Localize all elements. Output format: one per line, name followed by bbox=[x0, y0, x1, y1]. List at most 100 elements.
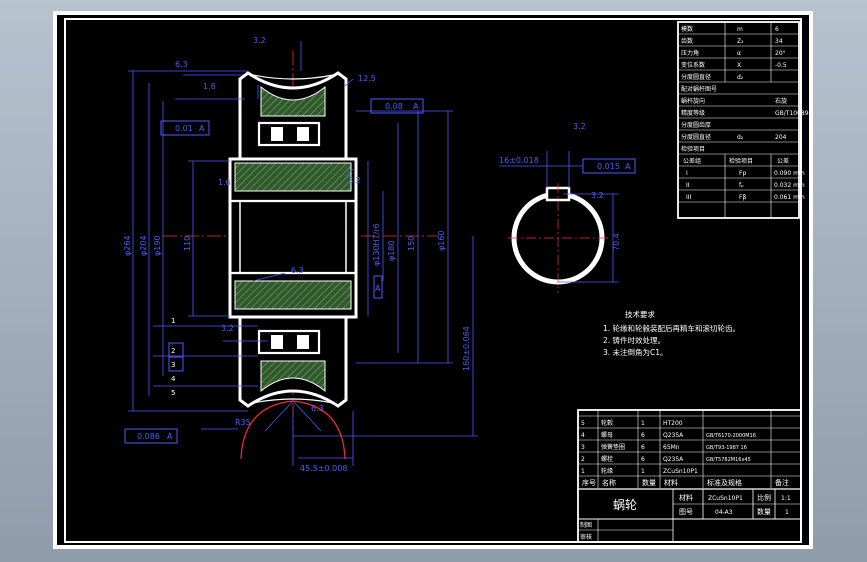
check-group: III bbox=[686, 194, 692, 201]
bom-cell: 1 bbox=[581, 468, 585, 475]
param-name: 压力角 bbox=[681, 49, 699, 57]
bom-cell: 6 bbox=[641, 444, 645, 451]
check-tolerance: 0.061 mm bbox=[774, 194, 805, 201]
drawing-field bbox=[57, 15, 809, 545]
dim-ring-diameter: φ180 bbox=[387, 240, 396, 261]
param-name: 精度等级 bbox=[681, 109, 705, 117]
dim-pitch-diameter: φ204 bbox=[139, 235, 148, 256]
param-symbol: d₂ bbox=[737, 134, 744, 141]
dim-bore: φ130H7/r6 bbox=[372, 223, 381, 266]
dim-radius: R35 bbox=[235, 418, 251, 427]
dim-mid: 150 bbox=[407, 236, 416, 251]
bom-header: 备注 bbox=[775, 478, 789, 487]
check-group: II bbox=[686, 182, 690, 189]
check-header-group: 公差组 bbox=[683, 157, 701, 165]
ratio-label: 比例 bbox=[757, 493, 771, 502]
param-value: GB/T10089-1988 bbox=[775, 110, 813, 117]
param-symbol: X bbox=[737, 62, 741, 69]
svg-text:2: 2 bbox=[171, 347, 175, 355]
bom-cell: 1 bbox=[641, 420, 645, 427]
drawing-sheet: φ264 φ204 φ190 110 φ130H7/r6 φ180 150 φ1… bbox=[53, 11, 813, 549]
param-value: 6 bbox=[775, 26, 779, 33]
bom-cell: Q235A bbox=[663, 456, 684, 463]
dwg-label: 图号 bbox=[679, 508, 693, 516]
roughness-a: 3.2 bbox=[253, 36, 266, 45]
roughness-j: 3.2 bbox=[573, 122, 586, 131]
param-name: 配对蜗杆图号 bbox=[681, 85, 717, 93]
bom-header: 标准及规格 bbox=[707, 478, 742, 487]
param-name: 模数 bbox=[681, 25, 693, 33]
svg-text:5: 5 bbox=[171, 389, 175, 397]
checker-label: 审核 bbox=[580, 533, 592, 541]
tech-req-2: 2. 铸件时效处理。 bbox=[603, 335, 665, 345]
bom-header: 数量 bbox=[642, 478, 656, 487]
qty-value: 1 bbox=[785, 509, 789, 516]
check-header-item: 检验项目 bbox=[729, 157, 753, 165]
param-value: -0.5 bbox=[775, 62, 787, 69]
dim-bolt-circle: φ160 bbox=[437, 230, 446, 251]
bom-cell: 4 bbox=[581, 432, 585, 439]
cad-drawing: φ264 φ204 φ190 110 φ130H7/r6 φ180 150 φ1… bbox=[57, 15, 813, 545]
bom-cell: 轮缘 bbox=[601, 467, 613, 475]
tol-runout-3: 0.086 bbox=[137, 432, 160, 441]
datum-bore: A bbox=[375, 284, 381, 293]
tol-key: 0.015 bbox=[597, 162, 620, 171]
roughness-c: 1.6 bbox=[203, 82, 216, 91]
roughness-b: 6.3 bbox=[175, 60, 188, 69]
datum-4: A bbox=[625, 162, 631, 171]
param-name: 分度圆直径 bbox=[681, 133, 711, 141]
dim-face-width: 45.5±0.008 bbox=[300, 464, 347, 473]
check-tolerance: 0.032 mm bbox=[774, 182, 805, 189]
tech-req-title: 技术要求 bbox=[625, 309, 655, 319]
param-symbol: Z₂ bbox=[737, 38, 744, 45]
dim-key-width: 16±0.018 bbox=[499, 156, 539, 165]
bom-header: 序号 bbox=[582, 478, 596, 487]
param-name: 蜗杆旋向 bbox=[681, 97, 705, 105]
param-symbol: α bbox=[737, 50, 741, 57]
material-value: ZCuSn10P1 bbox=[708, 495, 743, 502]
material-label: 材料 bbox=[679, 493, 693, 502]
bom-cell: GB/T6170-2000M16 bbox=[706, 433, 756, 439]
datum-1: A bbox=[199, 124, 205, 133]
bom-cell: 轮毂 bbox=[601, 419, 613, 427]
check-group: I bbox=[686, 170, 688, 177]
param-name: 齿数 bbox=[681, 37, 693, 45]
roughness-h: 3.2 bbox=[221, 324, 234, 333]
param-value: 204 bbox=[775, 134, 787, 141]
tech-req-1: 1. 轮缘和轮毂装配后再精车和滚切轮齿。 bbox=[603, 323, 740, 333]
bom-header: 材料 bbox=[664, 478, 678, 487]
dim-length: 110 bbox=[183, 236, 192, 251]
bom-cell: 5 bbox=[581, 420, 585, 427]
bom-cell: GB/T5782M16x45 bbox=[706, 457, 751, 463]
param-symbol: d₂ bbox=[737, 74, 744, 81]
dwg-value: 04-A3 bbox=[715, 509, 733, 516]
dim-centre-distance: 160±0.064 bbox=[462, 326, 471, 371]
svg-text:1: 1 bbox=[171, 317, 175, 325]
bom-cell: GB/T93-1987 16 bbox=[706, 445, 747, 451]
bom-cell: 6 bbox=[641, 432, 645, 439]
dim-tip-diameter: φ264 bbox=[123, 235, 132, 256]
datum-2: A bbox=[413, 102, 419, 111]
param-value: 右旋 bbox=[775, 97, 787, 105]
dim-hub-diameter: φ190 bbox=[153, 235, 162, 256]
param-value: 34 bbox=[775, 38, 783, 45]
svg-text:4: 4 bbox=[171, 375, 176, 383]
param-name: 分度圆直径 bbox=[681, 73, 711, 81]
bom-cell: 螺母 bbox=[601, 431, 613, 439]
bom-cell: 3 bbox=[581, 444, 585, 451]
check-symbol: Fp bbox=[739, 170, 746, 177]
qty-label: 数量 bbox=[757, 507, 771, 516]
param-name: 检验项目 bbox=[681, 145, 705, 153]
param-name: 分度圆齿厚 bbox=[681, 121, 711, 129]
tol-runout-1: 0.01 bbox=[175, 124, 193, 133]
roughness-g: 6.3 bbox=[291, 266, 304, 275]
check-symbol: fₚ bbox=[739, 182, 744, 189]
bom-cell: 螺栓 bbox=[601, 455, 613, 463]
roughness-e: 3.2 bbox=[348, 176, 361, 185]
param-value: 20° bbox=[775, 50, 786, 57]
param-symbol: m bbox=[737, 26, 743, 33]
designer-label: 制图 bbox=[580, 521, 592, 529]
datum-3: A bbox=[167, 432, 173, 441]
roughness-k: 3.2 bbox=[591, 191, 604, 200]
ratio-value: 1:1 bbox=[781, 495, 791, 502]
